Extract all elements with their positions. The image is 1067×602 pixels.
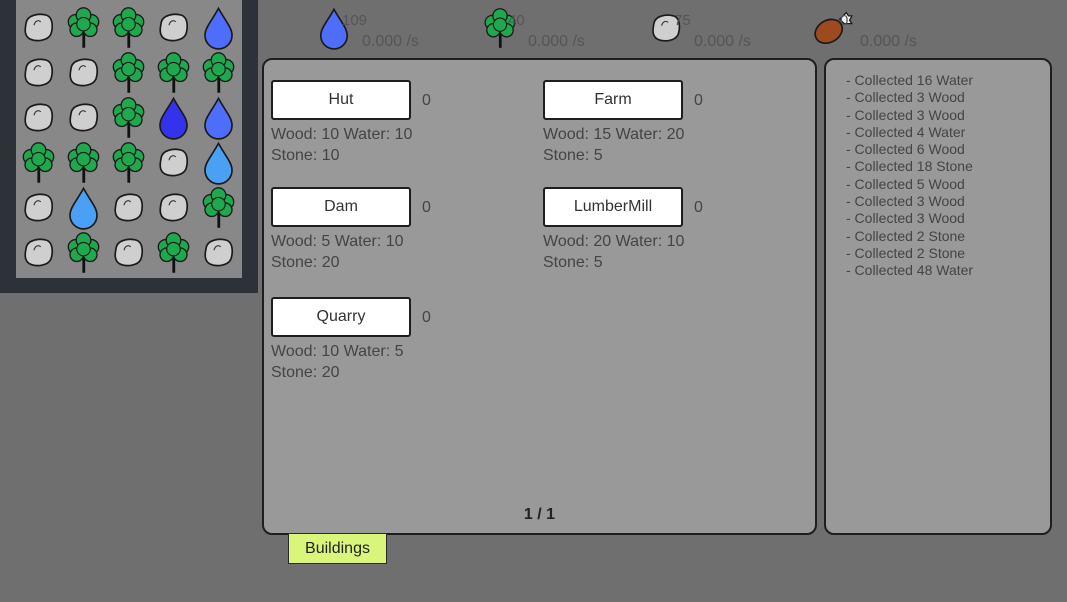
log-entry: - Collected 3 Wood: [846, 210, 965, 227]
dam-owned-count: 0: [422, 199, 431, 216]
stone-icon[interactable]: [151, 140, 196, 185]
tree-icon[interactable]: [106, 5, 151, 50]
activity-log-panel: - Collected 16 Water - Collected 3 Wood - …: [824, 58, 1052, 535]
water-drop-icon[interactable]: [61, 185, 106, 230]
resource-wood: 40 0.000 /s: [478, 6, 638, 54]
tree-icon[interactable]: [61, 230, 106, 275]
water-rate: 0.000 /s: [362, 33, 419, 50]
stone-icon[interactable]: [16, 50, 61, 95]
water-drop-icon[interactable]: [196, 95, 241, 140]
lumbermill-cost-line2: Stone: 5: [543, 254, 603, 271]
log-entry: - Collected 6 Wood: [846, 141, 965, 158]
stone-icon[interactable]: [61, 50, 106, 95]
quarry-cost-line2: Stone: 20: [271, 364, 340, 381]
tree-icon[interactable]: [106, 95, 151, 140]
resource-stone: 75 0.000 /s: [644, 6, 804, 54]
tree-icon[interactable]: [16, 140, 61, 185]
log-entry: - Collected 3 Wood: [846, 193, 965, 210]
food-rate: 0.000 /s: [860, 33, 917, 50]
tree-icon[interactable]: [196, 50, 241, 95]
building-dam: Dam 0 Wood: 5 Water: 10 Stone: 20: [264, 167, 524, 271]
log-entry: - Collected 4 Water: [846, 123, 966, 140]
stone-icon[interactable]: [151, 185, 196, 230]
dam-cost-line1: Wood: 5 Water: 10: [271, 233, 404, 250]
resource-water: 109 0.000 /s: [312, 6, 472, 54]
resource-grid-panel: [0, 0, 258, 293]
building-lumbermill: LumberMill 0 Wood: 20 Water: 10 Stone: 5: [536, 167, 796, 271]
water-drop-icon[interactable]: [151, 95, 196, 140]
log-entry: - Collected 5 Wood: [846, 175, 965, 192]
resource-food: 0 0.000 /s: [810, 6, 970, 54]
log-entry: - Collected 18 Stone: [846, 158, 973, 175]
stone-icon[interactable]: [16, 230, 61, 275]
lumbermill-cost-line1: Wood: 20 Water: 10: [543, 233, 685, 250]
log-entry: - Collected 2 Stone: [846, 244, 966, 261]
build-farm-button[interactable]: Farm: [543, 80, 683, 120]
stone-icon[interactable]: [151, 5, 196, 50]
farm-owned-count: 0: [694, 92, 703, 109]
stone-icon[interactable]: [16, 185, 61, 230]
tree-icon[interactable]: [61, 140, 106, 185]
stone-count: 75: [674, 12, 691, 29]
stone-icon[interactable]: [16, 5, 61, 50]
build-dam-button[interactable]: Dam: [271, 187, 411, 227]
activity-log-list: - Collected 16 Water - Collected 3 Wood - …: [846, 72, 973, 280]
water-drop-icon[interactable]: [196, 140, 241, 185]
build-hut-button[interactable]: Hut: [271, 80, 411, 120]
log-entry: - Collected 3 Wood: [846, 89, 965, 106]
tree-icon[interactable]: [61, 5, 106, 50]
page-indicator: 1 / 1: [523, 506, 556, 523]
stone-icon[interactable]: [106, 185, 151, 230]
lumbermill-owned-count: 0: [694, 199, 703, 216]
log-entry: - Collected 16 Water: [846, 72, 974, 88]
quarry-cost-line1: Wood: 10 Water: 5: [271, 343, 404, 360]
farm-cost-line1: Wood: 15 Water: 20: [543, 126, 685, 143]
building-farm: Farm 0 Wood: 15 Water: 20 Stone: 5: [536, 60, 796, 164]
tab-buildings[interactable]: Buildings: [288, 533, 387, 564]
wood-count: 40: [508, 12, 525, 29]
stone-icon[interactable]: [16, 95, 61, 140]
farm-cost-line2: Stone: 5: [543, 147, 603, 164]
water-drop-icon[interactable]: [196, 5, 241, 50]
hut-owned-count: 0: [422, 92, 431, 109]
tree-icon[interactable]: [106, 140, 151, 185]
stone-icon[interactable]: [106, 230, 151, 275]
stone-icon[interactable]: [196, 230, 241, 275]
resource-grid: [16, 0, 242, 278]
dam-cost-line2: Stone: 20: [271, 254, 340, 271]
building-hut: Hut 0 Wood: 10 Water: 10 Stone: 10: [264, 60, 524, 164]
tree-icon[interactable]: [196, 185, 241, 230]
tree-icon[interactable]: [151, 230, 196, 275]
log-entry: - Collected 48 Water: [846, 262, 974, 279]
log-entry: - Collected 2 Stone: [846, 227, 966, 244]
build-quarry-button[interactable]: Quarry: [271, 297, 411, 337]
quarry-owned-count: 0: [422, 309, 431, 326]
wood-rate: 0.000 /s: [528, 33, 585, 50]
stone-icon[interactable]: [61, 95, 106, 140]
stone-rate: 0.000 /s: [694, 33, 751, 50]
food-count: 0: [840, 12, 849, 29]
hut-cost-line1: Wood: 10 Water: 10: [271, 126, 413, 143]
water-count: 109: [342, 12, 368, 29]
build-lumbermill-button[interactable]: LumberMill: [543, 187, 683, 227]
building-quarry: Quarry 0 Wood: 10 Water: 5 Stone: 20: [264, 277, 524, 381]
buildings-panel: Hut 0 Wood: 10 Water: 10 Stone: 10 Farm …: [262, 58, 817, 535]
log-entry: - Collected 3 Wood: [846, 106, 965, 123]
tree-icon[interactable]: [151, 50, 196, 95]
tree-icon[interactable]: [106, 50, 151, 95]
hut-cost-line2: Stone: 10: [271, 147, 340, 164]
